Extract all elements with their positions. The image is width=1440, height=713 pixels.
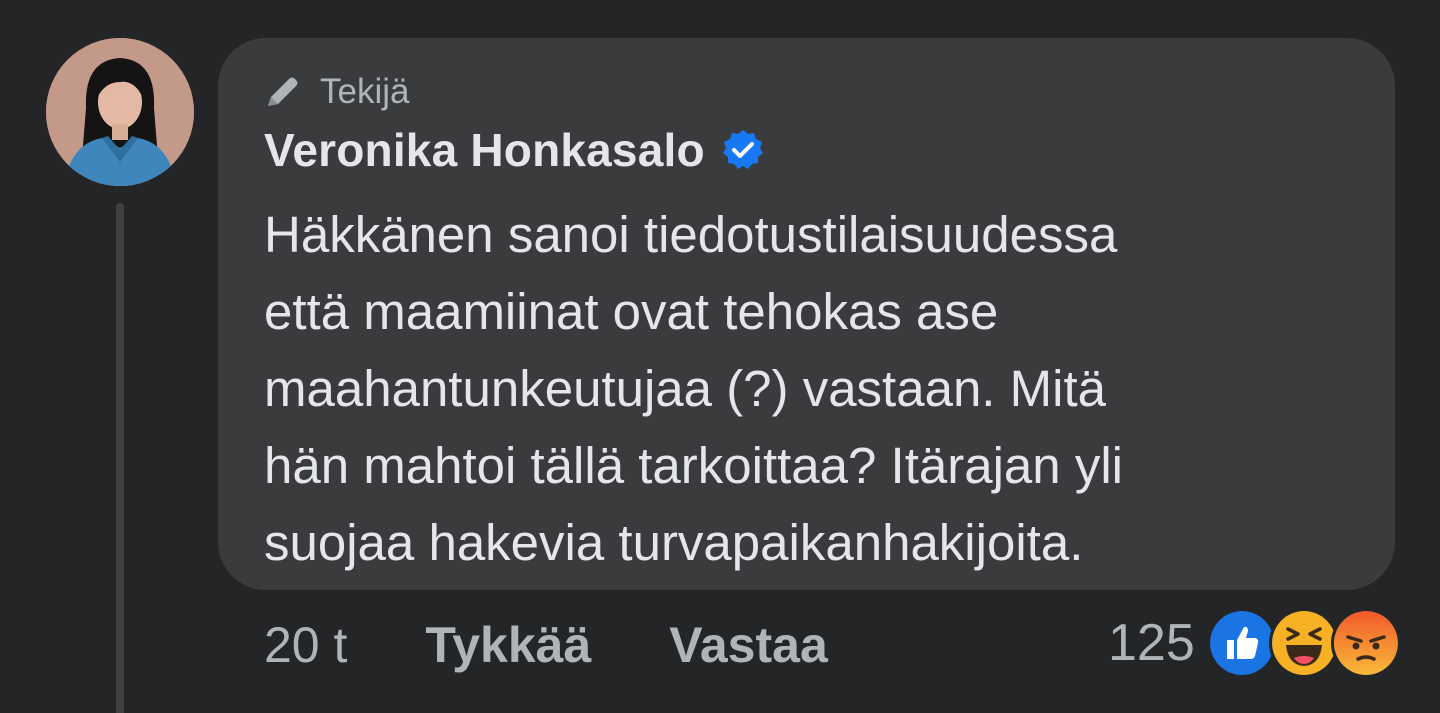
author-badge-label: Tekijä bbox=[320, 72, 410, 111]
haha-icon bbox=[1268, 608, 1339, 678]
verified-badge-icon bbox=[722, 130, 763, 169]
thread-line bbox=[116, 203, 124, 713]
like-button[interactable]: Tykkää bbox=[425, 616, 591, 674]
avatar-image bbox=[46, 38, 194, 186]
avatar[interactable] bbox=[46, 38, 194, 186]
reactions-summary[interactable]: 125 bbox=[1108, 608, 1401, 678]
reaction-count: 125 bbox=[1108, 614, 1195, 672]
like-icon bbox=[1206, 608, 1277, 678]
comment-text: Häkkänen sanoi tiedotustilaisuudessa ett… bbox=[264, 206, 1123, 571]
author-row: Veronika Honkasalo bbox=[264, 120, 765, 180]
angry-icon bbox=[1330, 608, 1401, 678]
comment-thread: Tekijä Veronika Honkasalo Häkkänen sanoi… bbox=[0, 0, 1440, 713]
author-name[interactable]: Veronika Honkasalo bbox=[264, 123, 705, 177]
reaction-icons bbox=[1206, 608, 1401, 678]
author-badge: Tekijä bbox=[262, 70, 409, 114]
timestamp-link[interactable]: 20 t bbox=[264, 616, 347, 674]
reply-button[interactable]: Vastaa bbox=[669, 616, 827, 674]
comment-actions: 20 t Tykkää Vastaa bbox=[264, 612, 828, 678]
pencil-icon bbox=[268, 77, 298, 106]
